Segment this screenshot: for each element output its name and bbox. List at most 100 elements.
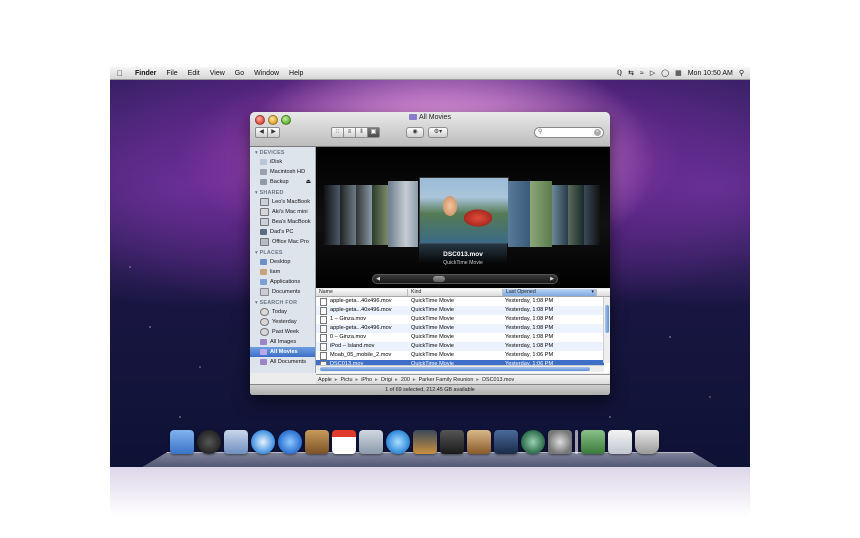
safari-icon[interactable]	[251, 430, 275, 454]
mail-icon[interactable]	[224, 430, 248, 454]
quick-look-button[interactable]: ◉	[406, 127, 424, 138]
menu-view[interactable]: View	[205, 70, 230, 77]
volume-icon[interactable]: ▷	[650, 69, 655, 77]
sidebar-item-past-week[interactable]: Past Week	[250, 327, 315, 337]
sidebar-item-all-images[interactable]: All Images	[250, 337, 315, 347]
search-field[interactable]: ⚲ ×	[534, 127, 604, 138]
table-row[interactable]: Moab_05_mobile_2.mov QuickTime Movie Yeste…	[316, 351, 604, 360]
cover-thumbnail[interactable]	[340, 185, 356, 245]
bluetooth-icon[interactable]: ℚ	[617, 69, 623, 77]
spaces-menu-icon[interactable]: ▦	[675, 69, 682, 77]
sidebar-item-leos-macbook[interactable]: Leo's MacBook	[250, 197, 315, 207]
window-title: All Movies	[250, 114, 610, 121]
list-header: Name Kind Last Opened ▾	[316, 289, 610, 297]
table-row[interactable]: apple-geta...40x496.mov QuickTime Movie Ye…	[316, 297, 604, 306]
iphoto-icon[interactable]	[413, 430, 437, 454]
column-header-name[interactable]: Name	[316, 289, 408, 296]
cover-thumbnail[interactable]	[584, 185, 600, 245]
sidebar-item-idisk[interactable]: iDisk	[250, 157, 315, 167]
sidebar-item-macintosh-hd[interactable]: Macintosh HD	[250, 167, 315, 177]
scroll-right-icon[interactable]: ▶	[547, 275, 557, 283]
sidebar-item-all-movies[interactable]: All Movies	[250, 347, 315, 357]
cover-thumbnail[interactable]	[530, 181, 552, 247]
time-machine-icon[interactable]	[521, 430, 545, 454]
cover-thumbnail[interactable]	[356, 185, 372, 245]
cover-thumbnail[interactable]	[372, 185, 388, 245]
menu-file[interactable]: File	[161, 70, 182, 77]
menu-edit[interactable]: Edit	[183, 70, 205, 77]
sidebar-item-akis-mac-mini[interactable]: Aki's Mac mini	[250, 207, 315, 217]
column-header-kind[interactable]: Kind	[408, 289, 503, 296]
table-row[interactable]: apple-geta...40x496.mov QuickTime Movie Ye…	[316, 306, 604, 315]
eject-icon[interactable]: ⏏	[306, 177, 315, 187]
menu-go[interactable]: Go	[230, 70, 249, 77]
cover-thumbnail[interactable]	[552, 185, 568, 245]
cover-thumbnail[interactable]	[388, 181, 418, 247]
menu-help[interactable]: Help	[284, 70, 308, 77]
sidebar-item-documents[interactable]: Documents	[250, 287, 315, 297]
cover-flow-button[interactable]: ▣	[368, 127, 380, 138]
dashboard-icon[interactable]	[197, 430, 221, 454]
trash-icon[interactable]	[635, 430, 659, 454]
table-row[interactable]: iPod – Island.mov QuickTime Movie Yesterda…	[316, 342, 604, 351]
menu-finder[interactable]: Finder	[130, 70, 161, 77]
home-icon	[260, 269, 267, 275]
cover-thumbnail[interactable]	[568, 185, 584, 245]
screen-reflection	[110, 467, 750, 538]
documents-stack-icon[interactable]	[608, 430, 632, 454]
cover-thumbnail[interactable]	[508, 181, 530, 247]
smart-folder-icon	[409, 114, 418, 121]
list-view-button[interactable]: ≡	[344, 127, 356, 138]
sync-icon[interactable]: ⇆	[628, 69, 634, 77]
sidebar-item-beas-macbook[interactable]: Bea's MacBook	[250, 217, 315, 227]
sidebar-item-yesterday[interactable]: Yesterday	[250, 317, 315, 327]
ichat-icon[interactable]	[278, 430, 302, 454]
spotlight-icon[interactable]: ⚲	[739, 69, 744, 77]
sidebar-item-backup[interactable]: Backup ⏏	[250, 177, 315, 187]
system-preferences-icon[interactable]	[548, 430, 572, 454]
cover-selected-thumbnail[interactable]	[419, 177, 509, 244]
scroll-left-icon[interactable]: ◀	[373, 275, 383, 283]
imovie-icon[interactable]	[440, 430, 464, 454]
itunes-icon[interactable]	[386, 430, 410, 454]
ical-icon[interactable]	[332, 430, 356, 454]
horizontal-scrollbar[interactable]	[316, 365, 604, 372]
table-row[interactable]: apple-geta...40x496.mov QuickTime Movie Ye…	[316, 324, 604, 333]
horizontal-scroll-thumb[interactable]	[320, 367, 590, 371]
sidebar-item-desktop[interactable]: Desktop	[250, 257, 315, 267]
title-bar[interactable]: All Movies ◀ ▶ ∷ ≡ ‖ ▣ ◉ ⚙▾ ⚲ ×	[250, 112, 610, 147]
icon-view-button[interactable]: ∷	[331, 127, 344, 138]
column-header-last-opened[interactable]: Last Opened ▾	[503, 289, 597, 296]
cover-flow-scrollbar[interactable]: ◀ ▶	[372, 274, 558, 284]
sidebar-item-office-mac-pro[interactable]: Office Mac Pro	[250, 237, 315, 247]
sidebar-item-home[interactable]: liam	[250, 267, 315, 277]
cover-flow-scroll-thumb[interactable]	[433, 276, 445, 282]
address-book-icon[interactable]	[305, 430, 329, 454]
cover-thumbnail[interactable]	[324, 185, 340, 245]
photo-stack-icon[interactable]	[581, 430, 605, 454]
table-row[interactable]: 1 – Ginza.mov QuickTime Movie Yesterday, 1…	[316, 315, 604, 324]
clear-search-icon[interactable]: ×	[594, 129, 601, 136]
apple-menu-icon[interactable]: 	[110, 69, 130, 78]
menu-clock[interactable]: Mon 10:50 AM	[688, 70, 733, 77]
sidebar-item-all-documents[interactable]: All Documents	[250, 357, 315, 367]
cover-flow[interactable]: DSC013.mov QuickTime Movie ◀ ▶	[316, 147, 610, 288]
sidebar-item-dads-pc[interactable]: Dad's PC	[250, 227, 315, 237]
sidebar-item-today[interactable]: Today	[250, 307, 315, 317]
clock-icon	[260, 318, 269, 326]
vertical-scrollbar[interactable]	[603, 297, 610, 363]
sidebar-item-applications[interactable]: Applications	[250, 277, 315, 287]
wifi-icon[interactable]: ≈	[640, 70, 644, 77]
spaces-icon[interactable]	[494, 430, 518, 454]
table-row[interactable]: 0 – Ginza.mov QuickTime Movie Yesterday, 1…	[316, 333, 604, 342]
forward-button[interactable]: ▶	[268, 127, 280, 138]
back-button[interactable]: ◀	[255, 127, 268, 138]
action-button[interactable]: ⚙▾	[428, 127, 448, 138]
garageband-icon[interactable]	[467, 430, 491, 454]
column-view-button[interactable]: ‖	[356, 127, 368, 138]
preview-icon[interactable]	[359, 430, 383, 454]
ichat-status-icon[interactable]: ◯	[661, 69, 669, 77]
finder-icon[interactable]	[170, 430, 194, 454]
vertical-scroll-thumb[interactable]	[605, 305, 609, 333]
menu-window[interactable]: Window	[249, 70, 284, 77]
